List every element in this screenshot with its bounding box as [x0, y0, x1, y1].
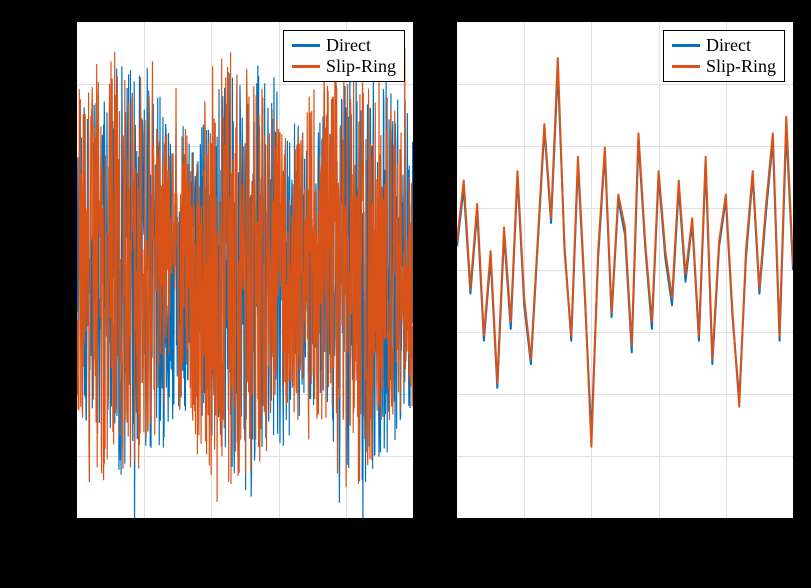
data-layer-left — [77, 22, 413, 518]
legend-item-slipring: Slip-Ring — [292, 56, 396, 77]
legend-label-slipring-r: Slip-Ring — [706, 56, 776, 77]
plot-area-right: Direct Slip-Ring — [455, 20, 795, 520]
legend-item-slipring-r: Slip-Ring — [672, 56, 776, 77]
legend-label-slipring: Slip-Ring — [326, 56, 396, 77]
chart-right: Direct Slip-Ring — [455, 20, 795, 520]
legend-swatch-slipring-r — [672, 65, 700, 68]
legend-label-direct-r: Direct — [706, 35, 751, 56]
legend-left: Direct Slip-Ring — [283, 30, 405, 82]
legend-item-direct-r: Direct — [672, 35, 776, 56]
legend-right: Direct Slip-Ring — [663, 30, 785, 82]
legend-swatch-slipring — [292, 65, 320, 68]
legend-swatch-direct — [292, 44, 320, 47]
data-layer-right — [457, 22, 793, 518]
legend-item-direct: Direct — [292, 35, 396, 56]
legend-swatch-direct-r — [672, 44, 700, 47]
plot-area-left: Direct Slip-Ring — [75, 20, 415, 520]
chart-left: Direct Slip-Ring — [75, 20, 415, 520]
legend-label-direct: Direct — [326, 35, 371, 56]
